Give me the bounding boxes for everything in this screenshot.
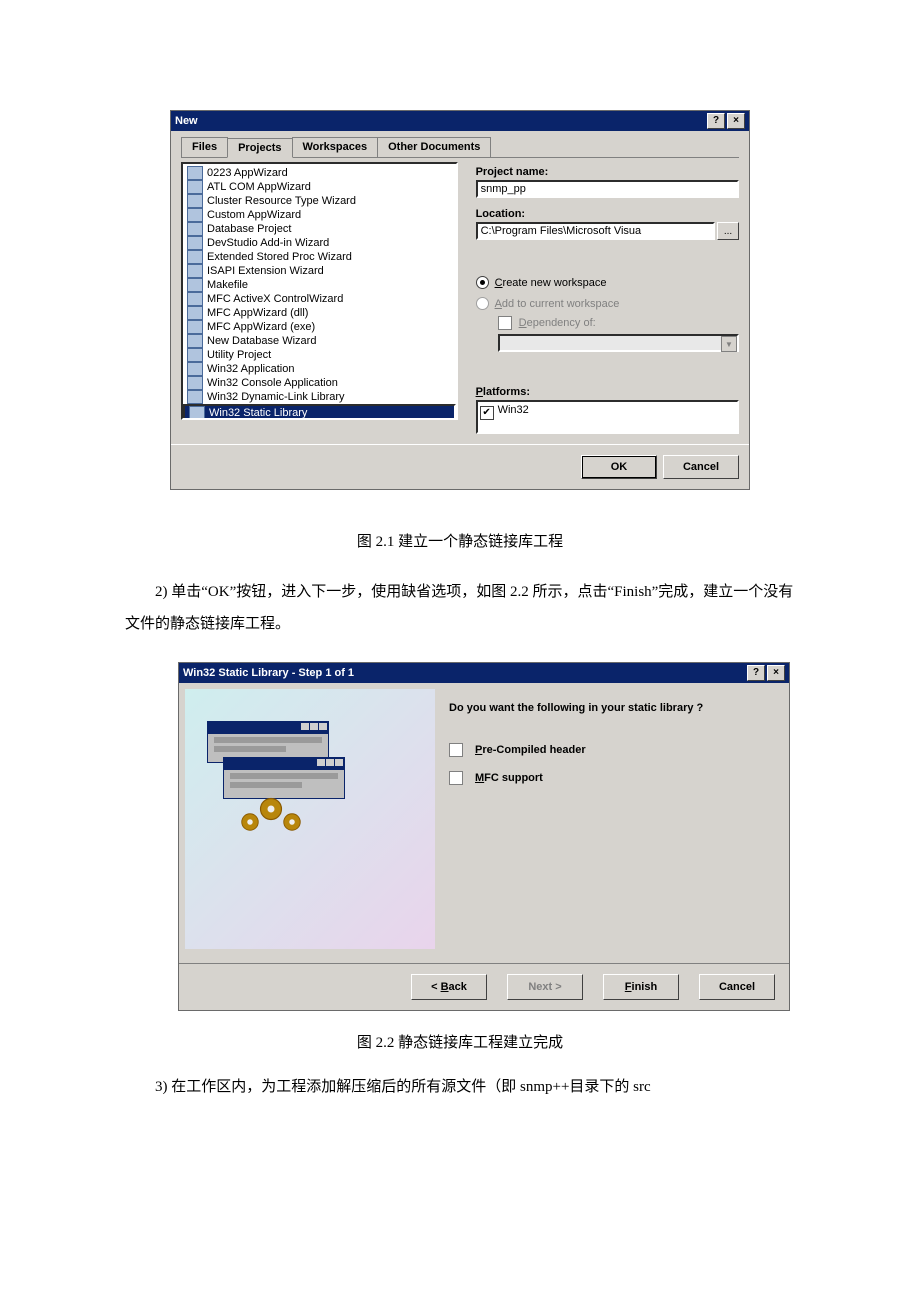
platforms-label: Platforms:	[476, 386, 739, 398]
wizard-icon	[187, 390, 203, 404]
tab-workspaces[interactable]: Workspaces	[292, 137, 379, 157]
help-icon[interactable]: ?	[707, 113, 725, 129]
button-bar: OK Cancel	[171, 444, 749, 489]
dialog-title: New	[175, 115, 198, 127]
titlebar: Win32 Static Library - Step 1 of 1 ? ×	[179, 663, 789, 683]
body-paragraph-3: 3) 在工作区内，为工程添加解压缩后的所有源文件（即 snmp++目录下的 sr…	[125, 1072, 795, 1104]
list-item: DevStudio Add-in Wizard	[183, 236, 456, 250]
option-mfc-support[interactable]: MFC support MFC support	[449, 771, 765, 785]
wizard-icon	[187, 348, 203, 362]
wizard-icon	[187, 376, 203, 390]
next-button: Next >	[507, 974, 583, 1000]
list-item: Utility Project	[183, 348, 456, 362]
chevron-down-icon: ▼	[721, 336, 737, 352]
radio-add-to-workspace: Add to current workspace Add to current …	[476, 297, 739, 310]
wizard-icon	[187, 208, 203, 222]
wizard-icon	[187, 292, 203, 306]
list-item: 0223 AppWizard	[183, 166, 456, 180]
platforms-list[interactable]: ✔Win32	[476, 400, 739, 434]
browse-button[interactable]: ...	[717, 222, 739, 240]
wizard-icon	[187, 320, 203, 334]
list-item: Custom AppWizard	[183, 208, 456, 222]
checkbox[interactable]	[449, 743, 463, 757]
list-item: MFC AppWizard (dll)	[183, 306, 456, 320]
project-name-input[interactable]	[476, 180, 739, 198]
wizard-icon	[187, 180, 203, 194]
close-icon[interactable]: ×	[727, 113, 745, 129]
location-input[interactable]	[476, 222, 715, 240]
figure-2-1-caption: 图 2.1 建立一个静态链接库工程	[0, 530, 920, 551]
wizard-dialog: Win32 Static Library - Step 1 of 1 ? ×	[178, 662, 790, 1011]
dependency-label: Dependency of:	[519, 317, 596, 329]
list-item: MFC AppWizard (exe)	[183, 320, 456, 334]
button-bar: < Back< Back Next > FinishFinish Cancel	[179, 963, 789, 1010]
list-item: MFC ActiveX ControlWizard	[183, 292, 456, 306]
wizard-icon	[187, 250, 203, 264]
list-item: Win32 Console Application	[183, 376, 456, 390]
list-item: Database Project	[183, 222, 456, 236]
wizard-icon	[187, 306, 203, 320]
cancel-button[interactable]: Cancel	[699, 974, 775, 1000]
wizard-icon	[187, 334, 203, 348]
tab-other-documents[interactable]: Other Documents	[377, 137, 491, 157]
list-item: Win32 Dynamic-Link Library	[183, 390, 456, 404]
dependency-select	[498, 334, 739, 352]
dialog-title: Win32 Static Library - Step 1 of 1	[183, 667, 354, 679]
list-item-selected: Win32 Static Library	[183, 404, 456, 420]
tab-strip: Files Projects Workspaces Other Document…	[181, 137, 739, 158]
titlebar: New ? ×	[171, 111, 749, 131]
wizard-graphic	[185, 689, 435, 949]
list-item: ATL COM AppWizard	[183, 180, 456, 194]
cancel-button[interactable]: Cancel	[663, 455, 739, 479]
wizard-icon	[187, 166, 203, 180]
wizard-icon	[187, 194, 203, 208]
help-icon[interactable]: ?	[747, 665, 765, 681]
list-item: Extended Stored Proc Wizard	[183, 250, 456, 264]
tab-projects[interactable]: Projects	[227, 138, 292, 158]
body-paragraph-2: 2) 单击“OK”按钮，进入下一步，使用缺省选项，如图 2.2 所示，点击“Fi…	[125, 577, 795, 640]
wizard-icon	[189, 406, 205, 420]
list-item: Cluster Resource Type Wizard	[183, 194, 456, 208]
wizard-icon	[187, 236, 203, 250]
new-project-dialog: New ? × Files Projects Workspaces Other …	[170, 110, 750, 490]
dependency-checkbox	[498, 316, 512, 330]
figure-2-2-caption: 图 2.2 静态链接库工程建立完成	[0, 1031, 920, 1052]
checkbox[interactable]	[449, 771, 463, 785]
finish-button[interactable]: FinishFinish	[603, 974, 679, 1000]
back-button[interactable]: < Back< Back	[411, 974, 487, 1000]
project-type-list[interactable]: 0223 AppWizard ATL COM AppWizard Cluster…	[181, 162, 458, 420]
wizard-question: Do you want the following in your static…	[449, 701, 765, 715]
wizard-icon	[187, 278, 203, 292]
list-item: Win32 Application	[183, 362, 456, 376]
option-precompiled-header[interactable]: Pre-Compiled header Pre-Compiled header	[449, 743, 765, 757]
wizard-icon	[187, 264, 203, 278]
wizard-icon	[187, 362, 203, 376]
project-name-label: Project name:	[476, 166, 739, 178]
list-item: Makefile	[183, 278, 456, 292]
platform-checkbox[interactable]: ✔	[480, 406, 494, 420]
gear-icon	[281, 811, 303, 833]
close-icon[interactable]: ×	[767, 665, 785, 681]
list-item: ISAPI Extension Wizard	[183, 264, 456, 278]
wizard-icon	[187, 222, 203, 236]
ok-button[interactable]: OK	[581, 455, 657, 479]
tab-files[interactable]: Files	[181, 137, 228, 157]
radio-create-new-workspace[interactable]: CCreate new workspacereate new workspace	[476, 276, 739, 289]
location-label: Location:	[476, 208, 739, 220]
list-item: New Database Wizard	[183, 334, 456, 348]
